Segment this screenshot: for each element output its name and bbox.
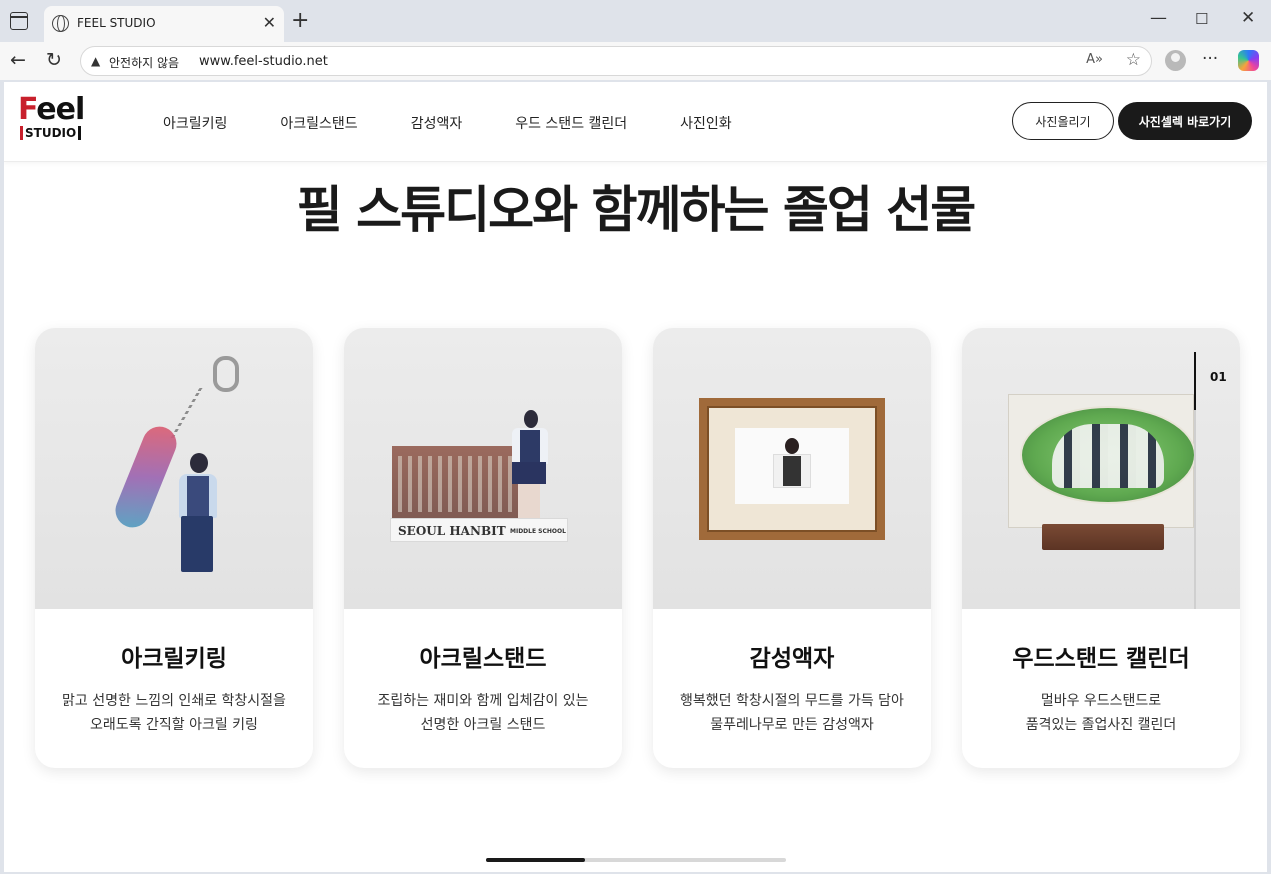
card-title: 아크릴키링 [121, 646, 227, 672]
product-card-stand[interactable]: SEOUL HANBIT MIDDLE SCHOOL 아크릴스탠드 조립하는 재… [344, 328, 622, 768]
card-description: 행복했던 학창시절의 무드를 가득 담아 물푸레나무로 만든 감성액자 [653, 689, 931, 737]
card-description: 멀바우 우드스탠드로 품격있는 졸업사진 캘린더 [962, 689, 1240, 737]
maximize-icon[interactable]: ☐ [1195, 10, 1208, 28]
minimize-icon[interactable]: — [1150, 8, 1167, 28]
slide-indicator: 01 [1194, 352, 1230, 609]
card-desc-line: 물푸레나무로 만든 감성액자 [710, 717, 874, 733]
stand-image: SEOUL HANBIT MIDDLE SCHOOL [344, 328, 622, 609]
product-card-keyring[interactable]: 아크릴키링 맑고 선명한 느낌의 인쇄로 학창시절을 오래도록 간직할 아크릴 … [35, 328, 313, 768]
logo-subtext: STUDIO [20, 126, 82, 140]
stand-image-subtext: MIDDLE SCHOOL [510, 528, 566, 535]
product-card-frame[interactable]: 감성액자 행복했던 학창시절의 무드를 가득 담아 물푸레나무로 만든 감성액자 [653, 328, 931, 768]
address-bar: ← ↻ ▲ 안전하지 않음 www.feel-studio.net A» ☆ [0, 42, 1271, 80]
carousel-scrollbar-thumb[interactable] [486, 858, 585, 862]
tab-title: FEEL STUDIO [77, 16, 156, 30]
globe-icon [52, 15, 69, 32]
card-desc-line: 맑고 선명한 느낌의 인쇄로 학창시절을 [62, 693, 286, 709]
security-label[interactable]: 안전하지 않음 [109, 54, 179, 71]
card-description: 맑고 선명한 느낌의 인쇄로 학창시절을 오래도록 간직할 아크릴 키링 [35, 689, 313, 737]
warning-icon[interactable]: ▲ [91, 54, 100, 68]
page-title: 필 스튜디오와 함께하는 졸업 선물 [296, 181, 977, 239]
card-description: 조립하는 재미와 함께 입체감이 있는 선명한 아크릴 스탠드 [344, 689, 622, 737]
carousel-scrollbar[interactable] [486, 858, 786, 862]
card-title: 감성액자 [749, 646, 835, 672]
close-window-icon[interactable]: ✕ [1241, 8, 1255, 28]
url-text[interactable]: www.feel-studio.net [199, 54, 328, 69]
nav-item-frame[interactable]: 감성액자 [411, 113, 463, 133]
stand-image-text: SEOUL HANBIT [398, 524, 506, 538]
nav-item-acrylic-keyring[interactable]: 아크릴키링 [163, 113, 227, 133]
nav-item-acrylic-stand[interactable]: 아크릴스탠드 [280, 113, 357, 133]
site-logo[interactable]: Feel STUDIO [18, 92, 88, 144]
card-title: 아크릴스탠드 [419, 646, 547, 672]
photo-select-button[interactable]: 사진셀렉 바로가기 [1118, 102, 1252, 140]
back-icon[interactable]: ← [10, 49, 26, 71]
product-card-calendar[interactable]: 01 우드스탠드 캘린더 멀바우 우드스탠드로 품격있는 졸업사진 캘린더 [962, 328, 1240, 768]
new-tab-icon[interactable]: + [291, 8, 309, 33]
card-title: 우드스탠드 캘린더 [1012, 646, 1190, 672]
copilot-icon[interactable] [1238, 50, 1259, 71]
slide-number: 01 [1210, 370, 1227, 384]
read-aloud-icon[interactable]: A» [1086, 52, 1103, 67]
card-desc-line: 오래도록 간직할 아크릴 키링 [90, 717, 258, 733]
browser-tab[interactable]: FEEL STUDIO ✕ [44, 6, 284, 42]
card-desc-line: 선명한 아크릴 스탠드 [420, 717, 546, 733]
refresh-icon[interactable]: ↻ [46, 49, 62, 71]
nav-item-photo-print[interactable]: 사진인화 [680, 113, 732, 133]
browser-tab-bar: FEEL STUDIO ✕ + — ☐ ✕ [0, 0, 1271, 42]
calendar-image: 01 [962, 328, 1240, 609]
card-desc-line: 행복했던 학창시절의 무드를 가득 담아 [680, 693, 904, 709]
card-desc-line: 멀바우 우드스탠드로 [1040, 693, 1162, 709]
profile-icon[interactable] [1165, 50, 1186, 71]
card-desc-line: 조립하는 재미와 함께 입체감이 있는 [377, 693, 589, 709]
card-desc-line: 품격있는 졸업사진 캘린더 [1025, 717, 1177, 733]
page-viewport: Feel STUDIO 아크릴키링 아크릴스탠드 감성액자 우드 스탠드 캘린더… [4, 82, 1267, 872]
favorite-star-icon[interactable]: ☆ [1126, 50, 1141, 70]
main-nav: 아크릴키링 아크릴스탠드 감성액자 우드 스탠드 캘린더 사진인화 [163, 113, 785, 133]
upload-photo-button[interactable]: 사진올리기 [1012, 102, 1114, 140]
site-header: Feel STUDIO 아크릴키링 아크릴스탠드 감성액자 우드 스탠드 캘린더… [4, 82, 1267, 162]
more-icon[interactable]: ··· [1202, 49, 1218, 69]
frame-image [653, 328, 931, 609]
nav-item-wood-calendar[interactable]: 우드 스탠드 캘린더 [515, 113, 627, 133]
keyring-image [35, 328, 313, 609]
window-icon[interactable] [10, 12, 28, 30]
url-input[interactable]: ▲ 안전하지 않음 www.feel-studio.net A» ☆ [80, 46, 1152, 76]
close-icon[interactable]: ✕ [263, 13, 276, 32]
